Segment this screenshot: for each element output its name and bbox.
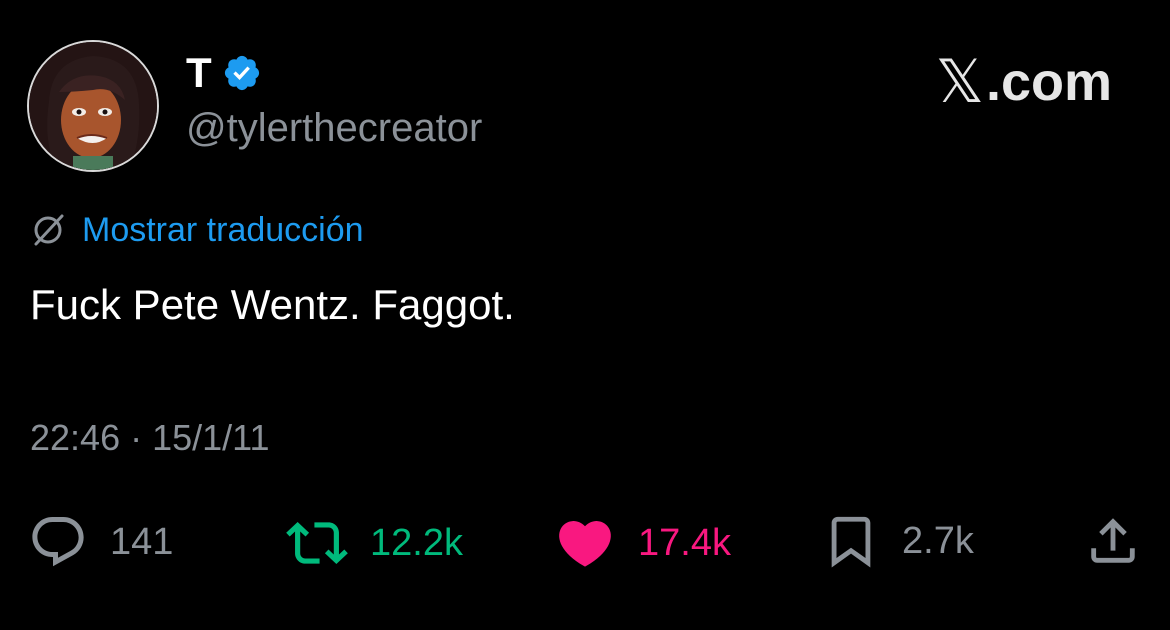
heart-icon <box>559 521 611 567</box>
bookmark-icon <box>831 516 871 568</box>
translation-row: Mostrar traducción <box>30 212 364 248</box>
display-name[interactable]: T <box>186 52 212 94</box>
no-translate-icon <box>34 214 64 246</box>
avatar-image <box>29 42 157 170</box>
like-button[interactable]: 17.4k <box>554 512 731 574</box>
author-name-row: T <box>186 52 262 94</box>
bookmark-count: 2.7k <box>902 520 974 562</box>
tweet-text: Fuck Pete Wentz. Faggot. <box>30 281 515 328</box>
bookmark-button[interactable]: 2.7k <box>822 512 974 570</box>
retweet-count: 12.2k <box>370 522 463 564</box>
tweet-timestamp[interactable]: 22:46 · 15/1/11 <box>30 420 270 456</box>
reply-count: 141 <box>110 521 174 563</box>
share-icon <box>1091 518 1135 563</box>
author-handle[interactable]: @tylerthecreator <box>186 108 482 148</box>
retweet-button[interactable]: 12.2k <box>286 512 463 574</box>
show-translation-link[interactable]: Mostrar traducción <box>82 213 364 247</box>
reply-button[interactable]: 141 <box>28 512 173 572</box>
share-button[interactable] <box>1084 512 1142 570</box>
brand-text: .com <box>985 52 1112 112</box>
brand-logo: 𝕏 .com <box>936 52 1112 112</box>
like-count: 17.4k <box>638 522 731 564</box>
verified-badge-icon <box>224 55 259 91</box>
retweet-icon <box>286 522 348 564</box>
avatar[interactable] <box>27 40 159 172</box>
reply-icon <box>32 517 84 567</box>
x-logo-icon: 𝕏 <box>935 47 984 117</box>
